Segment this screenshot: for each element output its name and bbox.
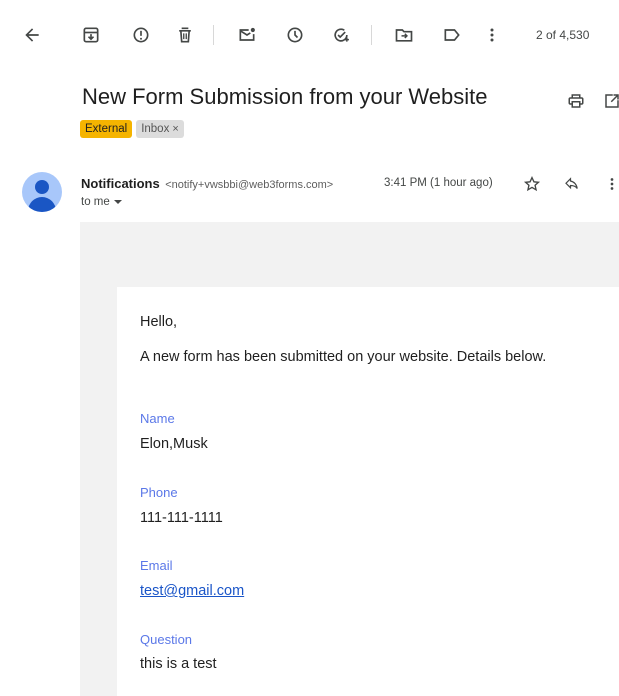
sender-line: Notifications <notify+vwsbbi@web3forms.c… — [81, 176, 333, 191]
field-label-name: Name — [140, 411, 175, 426]
field-label-phone: Phone — [140, 485, 178, 500]
field-value-name: Elon,Musk — [140, 436, 208, 452]
back-arrow-icon[interactable] — [19, 22, 45, 48]
field-label-email: Email — [140, 558, 173, 573]
label-chips: External Inbox × — [80, 120, 184, 138]
label-icon[interactable] — [439, 22, 465, 48]
add-task-icon[interactable] — [328, 22, 354, 48]
avatar[interactable] — [22, 172, 62, 212]
recipient-dropdown[interactable]: to me — [81, 196, 123, 208]
reply-icon[interactable] — [560, 172, 584, 196]
star-icon[interactable] — [520, 172, 544, 196]
mark-unread-icon[interactable] — [234, 22, 260, 48]
page-count: 2 of 4,530 — [536, 28, 590, 42]
report-spam-icon[interactable] — [128, 22, 154, 48]
label-inbox-text: Inbox — [141, 123, 170, 135]
field-value-question: this is a test — [140, 656, 217, 672]
recipient-text: to me — [81, 196, 110, 208]
toolbar: 2 of 4,530 — [0, 0, 619, 72]
print-icon[interactable] — [565, 90, 587, 112]
field-value-email-link[interactable]: test@gmail.com — [140, 583, 244, 599]
archive-icon[interactable] — [78, 22, 104, 48]
sender-email: <notify+vwsbbi@web3forms.com> — [165, 179, 334, 191]
message-time: 3:41 PM (1 hour ago) — [384, 177, 493, 189]
label-inbox[interactable]: Inbox × — [136, 120, 184, 138]
field-label-question: Question — [140, 632, 193, 647]
sender-name[interactable]: Notifications — [81, 176, 160, 191]
move-to-icon[interactable] — [391, 22, 417, 48]
more-icon[interactable] — [479, 22, 505, 48]
email-subject: New Form Submission from your Website — [82, 84, 488, 109]
open-new-window-icon[interactable] — [601, 90, 619, 112]
chevron-down-icon — [113, 200, 122, 204]
delete-icon[interactable] — [172, 22, 198, 48]
snooze-icon[interactable] — [282, 22, 308, 48]
greeting: Hello, — [140, 314, 178, 330]
intro-text: A new form has been submitted on your we… — [140, 349, 547, 365]
field-value-phone: 111-111-1111 — [140, 510, 223, 526]
label-external[interactable]: External — [80, 120, 133, 138]
message-more-icon[interactable] — [600, 172, 619, 196]
remove-label-icon[interactable]: × — [172, 121, 178, 137]
